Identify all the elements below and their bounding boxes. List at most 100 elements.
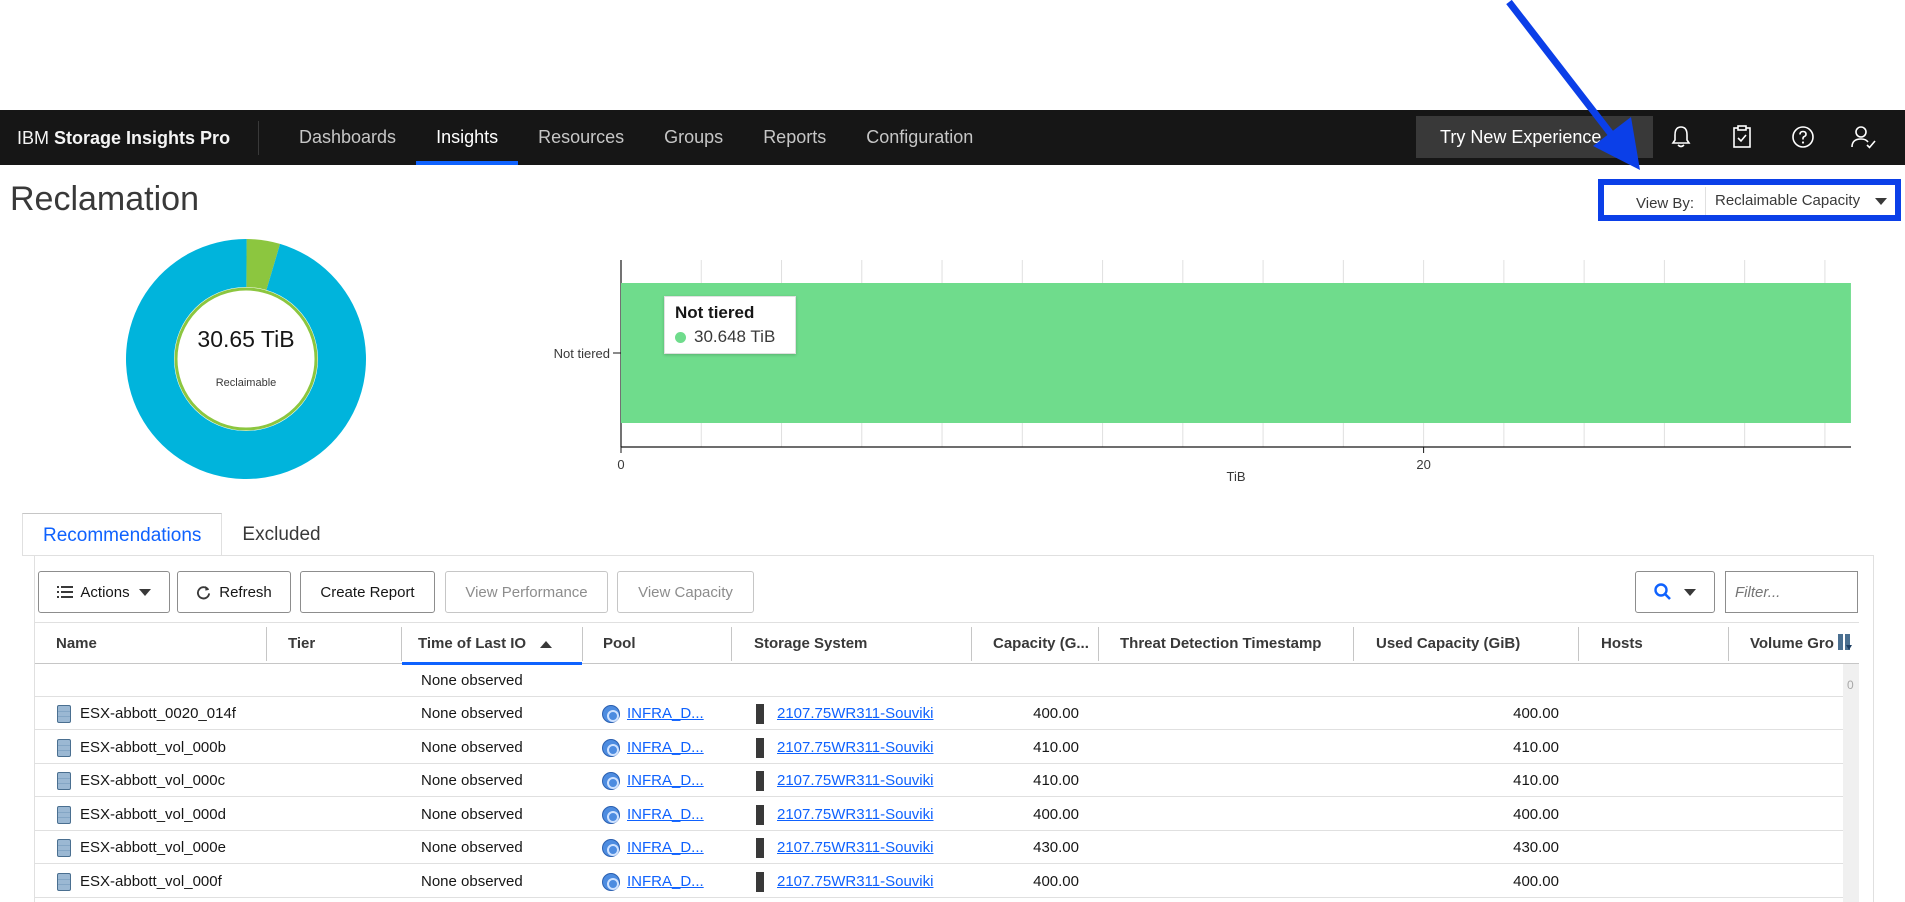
cell-capacity: 410.00 [1033,738,1079,756]
column-resizer[interactable] [1728,627,1729,661]
nav-item-insights[interactable]: Insights [416,110,519,165]
pool-link[interactable]: INFRA_D... [627,764,707,797]
view-capacity-button[interactable]: View Capacity [617,571,754,613]
column-resizer[interactable] [582,627,583,661]
pool-icon [602,705,620,723]
search-dropdown-button[interactable] [1635,571,1715,613]
cell-name: ESX-abbott_0020_014f [80,705,236,722]
cell-used-capacity: 400.00 [1513,705,1559,722]
caret-down-icon [1875,198,1887,205]
column-resizer[interactable] [266,627,267,661]
column-header-name[interactable]: Name [56,623,286,665]
actions-button[interactable]: Actions [38,571,170,613]
list-icon [57,586,74,598]
storage-system-icon [756,871,764,892]
column-header-used-capacity[interactable]: Used Capacity (GiB) [1376,623,1576,665]
table-header: Name Tier Time of Last IO Pool Storage S… [35,622,1859,665]
pool-icon [602,738,620,757]
column-resizer[interactable] [1353,627,1354,661]
nav-item-groups[interactable]: Groups [644,110,743,165]
cell-name: ESX-abbott_vol_000d [80,805,226,823]
tab-excluded[interactable]: Excluded [222,513,340,556]
pool-link[interactable]: INFRA_D... [627,865,707,898]
storage-system-link[interactable]: 2107.75WR311-Souviki [777,731,957,764]
cell-hosts [1601,831,1711,864]
nav-item-reports[interactable]: Reports [743,110,846,165]
cell-capacity: 400.00 [1033,872,1079,890]
view-by-dropdown[interactable]: Reclaimable Capacity [1705,187,1895,215]
create-report-button[interactable]: Create Report [300,571,435,613]
column-header-time-of-last-io-label: Time of Last IO [418,635,527,652]
user-icon[interactable] [1842,116,1886,158]
table-row[interactable]: ESX-abbott_vol_000e None observed INFRA_D.… [35,831,1843,864]
pool-link[interactable]: INFRA_D... [627,697,707,730]
column-header-capacity[interactable]: Capacity (G... [993,623,1118,665]
storage-system-link[interactable]: 2107.75WR311-Souviki [777,697,957,730]
view-by-label: View By: [1636,195,1695,212]
storage-system-link[interactable]: 2107.75WR311-Souviki [777,798,957,831]
pool-link[interactable]: INFRA_D... [627,731,707,764]
storage-system-link[interactable]: 2107.75WR311-Souviki [777,831,957,864]
pool-icon [602,772,620,790]
cell-used-capacity: 400.00 [1513,805,1559,823]
refresh-button[interactable]: Refresh [177,571,291,613]
view-by-value: Reclaimable Capacity [1715,192,1861,209]
table-row[interactable]: ESX-abbott_vol_000d None observed INFRA_D.… [35,798,1843,831]
pool-icon [602,839,620,857]
tooltip-row: 30.648 TiB [675,327,785,347]
cell-tier [288,764,388,797]
column-resizer[interactable] [1098,627,1099,661]
column-header-time-of-last-io[interactable]: Time of Last IO [402,623,582,665]
column-resizer[interactable] [401,627,402,661]
x-axis-title: TiB [1226,469,1245,484]
column-header-storage-system[interactable]: Storage System [754,623,974,665]
column-header-pool[interactable]: Pool [603,623,743,665]
bell-icon[interactable] [1659,116,1703,158]
tab-recommendations[interactable]: Recommendations [22,513,223,556]
volume-icon [57,839,71,857]
nav-item-resources[interactable]: Resources [518,110,644,165]
storage-system-link[interactable]: 2107.75WR311-Souviki [777,764,957,797]
column-settings-icon[interactable] [1837,633,1853,651]
bar-not-tiered[interactable] [621,283,1851,423]
table-scrollbar[interactable] [1843,664,1859,902]
table-row[interactable]: ESX-abbott_0020_014f None observed INFRA_D… [35,697,1843,730]
column-header-threat-detection[interactable]: Threat Detection Timestamp [1120,623,1360,665]
cell-tier [288,697,388,730]
view-performance-button[interactable]: View Performance [445,571,608,613]
nav-item-configuration[interactable]: Configuration [846,110,993,165]
try-new-experience-button[interactable]: Try New Experience › [1416,116,1653,158]
column-resizer[interactable] [731,627,732,661]
cell-capacity: 410.00 [1033,772,1079,789]
cell-threat-detection [1120,731,1340,764]
table-row[interactable]: ESX-abbott_vol_000c None observed INFRA_D.… [35,764,1843,797]
column-header-volume-group[interactable]: Volume Gro [1750,623,1835,665]
table-row[interactable]: ESX-abbott_vol_000b None observed INFRA_D.… [35,731,1843,764]
pool-link[interactable]: INFRA_D... [627,798,707,831]
cell-threat-detection [1120,697,1340,730]
cell-tier [288,865,388,898]
storage-system-link[interactable]: 2107.75WR311-Souviki [777,865,957,898]
cell-hosts [1601,731,1711,764]
cell-name: ESX-abbott_vol_000e [80,839,226,856]
table-row[interactable]: ESX-abbott_vol_000f None observed INFRA_D.… [35,865,1843,898]
actions-label: Actions [80,583,130,601]
help-icon[interactable] [1781,116,1825,158]
tooltip-value: 30.648 TiB [694,327,776,346]
cell-last-io: None observed [421,805,523,823]
brand-name: Storage Insights Pro [54,127,231,148]
cell-capacity: 400.00 [1033,805,1079,823]
column-resizer[interactable] [971,627,972,661]
tooltip-title: Not tiered [675,303,755,322]
column-resizer[interactable] [1578,627,1579,661]
caret-down-icon [138,588,151,596]
column-header-hosts[interactable]: Hosts [1601,623,1721,665]
brand[interactable]: IBM Storage Insights Pro [0,120,259,155]
refresh-label: Refresh [219,583,272,601]
filter-input[interactable] [1725,571,1858,613]
cell-threat-detection [1120,831,1340,864]
nav-item-dashboards[interactable]: Dashboards [279,110,416,165]
nav-items: Dashboards Insights Resources Groups Rep… [279,110,993,165]
clipboard-check-icon[interactable] [1720,116,1764,158]
pool-link[interactable]: INFRA_D... [627,831,707,864]
